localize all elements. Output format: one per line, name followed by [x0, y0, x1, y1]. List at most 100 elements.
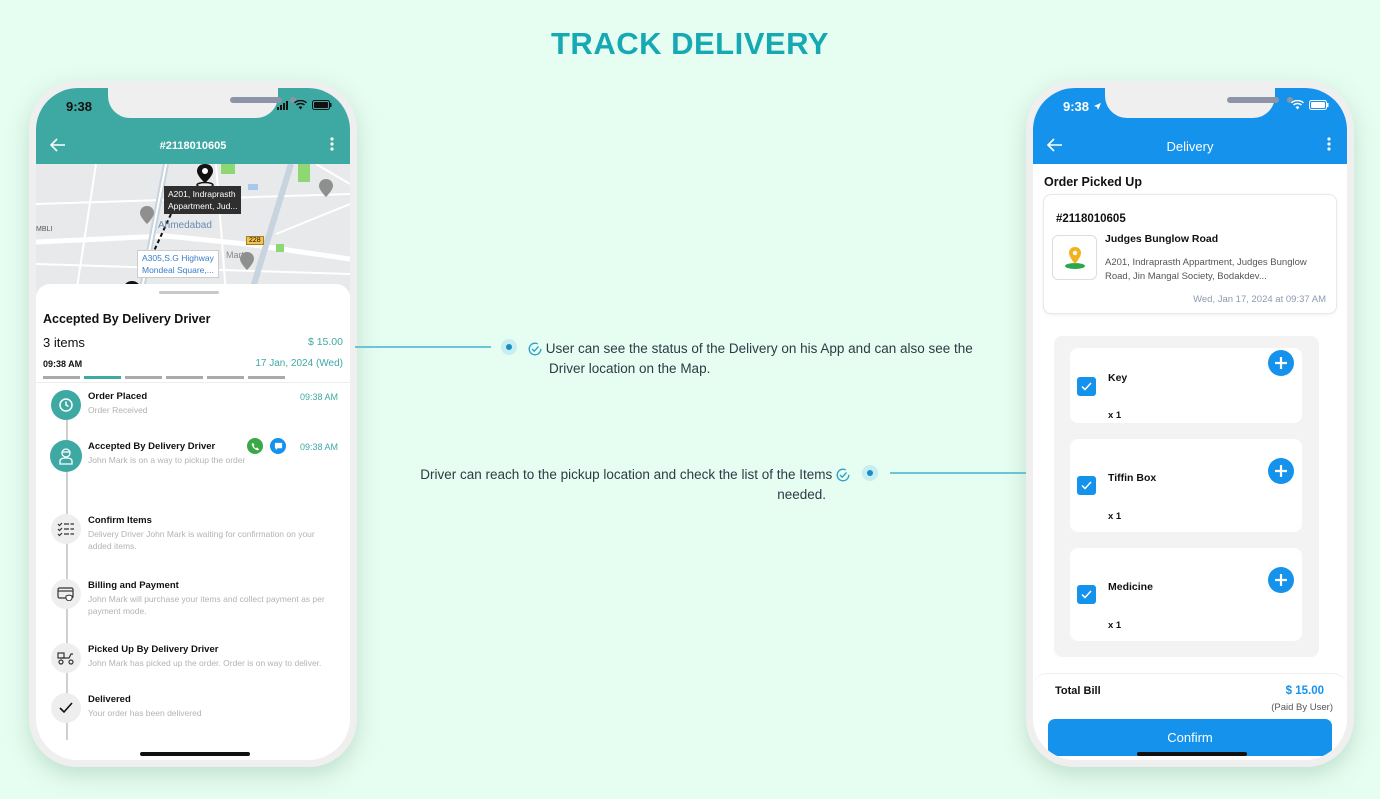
- step-desc: Order Received: [88, 405, 148, 415]
- progress-segment: [125, 376, 162, 379]
- school-pin-icon: [319, 179, 333, 197]
- bill-section: Total Bill $ 15.00 (Paid By User) Confir…: [1033, 673, 1347, 760]
- step-time: 09:38 AM: [299, 392, 338, 402]
- location-name: Judges Bunglow Road: [1105, 233, 1219, 245]
- divider: [36, 382, 350, 383]
- total-bill-label: Total Bill: [1055, 685, 1101, 697]
- phone-icon: [251, 442, 259, 450]
- page-title: TRACK DELIVERY: [551, 26, 829, 61]
- location-thumbnail: [1052, 235, 1097, 280]
- progress-segment: [43, 376, 80, 379]
- status-bar: 9:38: [36, 88, 350, 128]
- signal-icon: [277, 100, 288, 110]
- order-id: #2118010605: [1056, 213, 1126, 225]
- location-address: A201, Indraprasth Appartment, Judges Bun…: [1105, 257, 1307, 282]
- callout-user-status: User can see the status of the Delivery …: [528, 339, 1008, 379]
- status-title: Accepted By Delivery Driver: [43, 312, 211, 326]
- wifi-icon: [1291, 100, 1304, 110]
- battery-icon: [1309, 100, 1329, 110]
- more-menu-button[interactable]: [1327, 135, 1331, 156]
- app-bar: Delivery: [1033, 128, 1347, 164]
- location-arrow-icon: [1093, 102, 1101, 111]
- item-card: Medicine x 1: [1070, 548, 1302, 641]
- plus-icon: [1275, 574, 1287, 586]
- step-title: Delivered: [88, 694, 131, 705]
- callout-connector-1: [355, 346, 491, 348]
- more-vertical-icon: [330, 137, 334, 151]
- add-item-button[interactable]: [1268, 458, 1294, 484]
- status-icons: [1291, 100, 1329, 110]
- status-time: 9:38: [1063, 99, 1102, 114]
- plus-icon: [1275, 357, 1287, 369]
- city-label: Ahmedabad: [158, 220, 212, 231]
- progress-segment: [207, 376, 244, 379]
- add-item-button[interactable]: [1268, 567, 1294, 593]
- driver-screen: 9:38 Delivery Order Picked Up #211801060…: [1033, 88, 1347, 760]
- item-name: Tiffin Box: [1108, 472, 1157, 484]
- notch: [108, 88, 296, 118]
- item-checkbox[interactable]: [1077, 377, 1096, 396]
- clock-icon: [59, 398, 73, 412]
- items-list: Key x 1 Tiffin Box x 1 Medicine x 1: [1054, 336, 1319, 657]
- status-time: 9:38: [66, 99, 93, 114]
- chat-icon: [274, 442, 282, 450]
- check-circle-icon: [836, 468, 850, 482]
- item-card: Tiffin Box x 1: [1070, 439, 1302, 532]
- callout-connector-2: [890, 472, 1030, 474]
- step-title: Order Placed: [88, 391, 148, 402]
- road-badge: 228: [246, 236, 264, 245]
- checkmark-icon: [1081, 382, 1092, 391]
- callout-bullet-2: [862, 465, 878, 481]
- status-bar: 9:38: [1033, 88, 1347, 128]
- callout-bullet-1: [501, 339, 517, 355]
- order-price: $ 15.00: [307, 336, 343, 348]
- screen-title: Delivery: [1166, 138, 1214, 154]
- location-pin-icon: [1064, 246, 1085, 269]
- arrow-left-icon: [1046, 138, 1062, 152]
- map-view[interactable]: A201, Indraprasth Appartment, Jud... A30…: [36, 164, 350, 294]
- step-desc: Your order has been delivered: [88, 708, 202, 718]
- pickup-pin-icon: [196, 164, 214, 188]
- item-checkbox[interactable]: [1077, 585, 1096, 604]
- item-name: Medicine: [1108, 581, 1153, 593]
- step-time: 09:38 AM: [299, 442, 338, 452]
- status-icons: [277, 100, 332, 110]
- total-bill-amount: $ 15.00: [1285, 685, 1324, 697]
- step-desc: John Mark has picked up the order. Order…: [88, 658, 322, 668]
- checklist-icon: [57, 522, 74, 537]
- add-item-button[interactable]: [1268, 350, 1294, 376]
- home-indicator: [1137, 752, 1247, 756]
- progress-segment: [84, 376, 121, 379]
- arrow-left-icon: [49, 138, 65, 152]
- order-datetime: Wed, Jan 17, 2024 at 09:37 AM: [1193, 294, 1326, 305]
- order-id-title: #2118010605: [159, 140, 227, 152]
- progress-segment: [166, 376, 203, 379]
- customer-phone: 9:38 #2118010605 A201, Indraprasth Appar…: [29, 81, 357, 767]
- home-indicator: [140, 752, 250, 756]
- item-checkbox[interactable]: [1077, 476, 1096, 495]
- card-icon: [57, 587, 74, 601]
- drag-handle[interactable]: [159, 291, 219, 294]
- back-button[interactable]: [49, 136, 66, 157]
- customer-screen: 9:38 #2118010605 A201, Indraprasth Appar…: [36, 88, 350, 760]
- more-vertical-icon: [1327, 137, 1331, 151]
- chat-driver-button[interactable]: [270, 438, 286, 454]
- order-date: 17 Jan, 2024 (Wed): [255, 358, 343, 369]
- check-circle-icon: [528, 342, 542, 356]
- callout-driver-items: Driver can reach to the pickup location …: [380, 465, 850, 505]
- app-bar: #2118010605: [36, 128, 350, 164]
- driver-phone: 9:38 Delivery Order Picked Up #211801060…: [1026, 81, 1354, 767]
- item-qty: x 1: [1108, 620, 1122, 631]
- confirm-button[interactable]: Confirm: [1048, 719, 1332, 756]
- back-button[interactable]: [1046, 136, 1063, 157]
- order-status-sheet: Accepted By Delivery Driver 3 items $ 15…: [36, 284, 350, 760]
- step-desc: John Mark will purchase your items and c…: [88, 594, 325, 616]
- call-driver-button[interactable]: [247, 438, 263, 454]
- step-title: Picked Up By Delivery Driver: [88, 644, 219, 655]
- item-qty: x 1: [1108, 511, 1122, 522]
- items-count: 3 items: [43, 335, 85, 350]
- battery-icon: [312, 100, 332, 110]
- notch: [1105, 88, 1293, 118]
- more-menu-button[interactable]: [330, 135, 334, 156]
- pickup-label: A201, Indraprasth Appartment, Jud...: [164, 186, 242, 214]
